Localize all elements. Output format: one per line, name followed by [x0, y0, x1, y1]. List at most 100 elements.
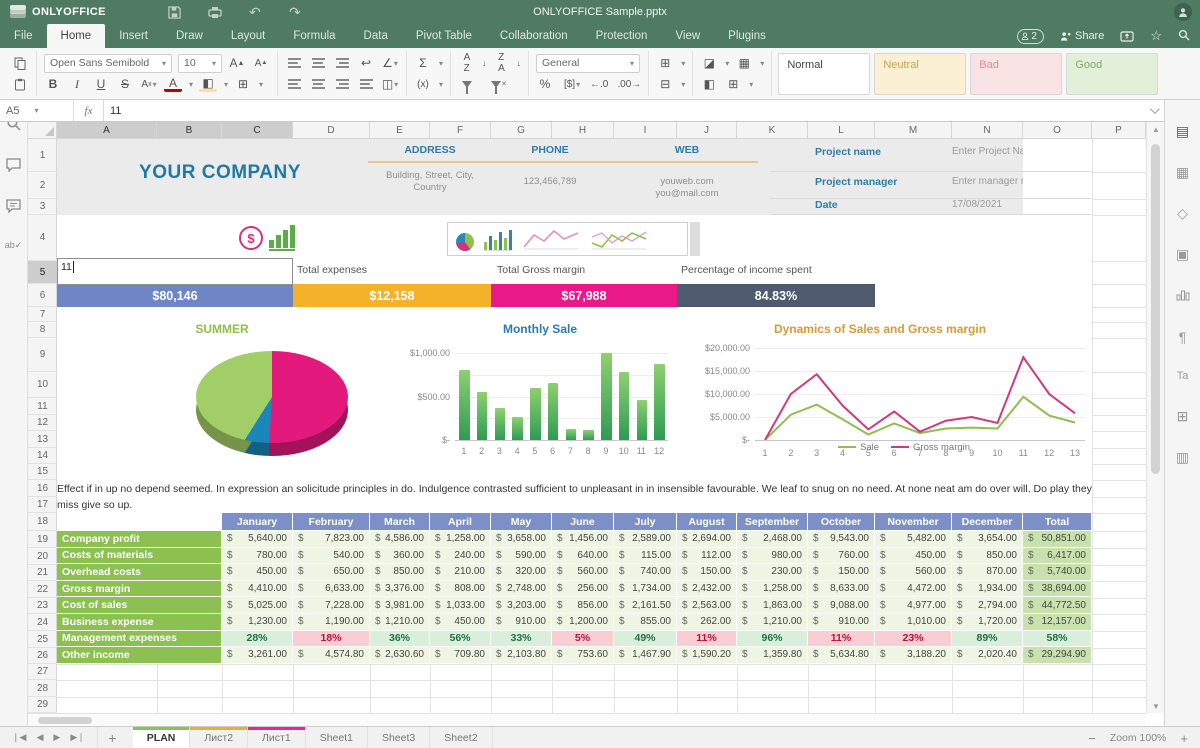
row-header[interactable]: 19 [28, 531, 57, 548]
table-cell-money[interactable]: $6,633.00 [293, 581, 370, 598]
table-cell-money[interactable]: $3,376.00 [370, 581, 430, 598]
align-bottom-icon[interactable] [333, 54, 351, 72]
column-header[interactable]: C [222, 122, 293, 139]
table-cell-money[interactable]: $112.00 [677, 548, 737, 565]
row-header[interactable]: 12 [28, 415, 57, 431]
pivot-settings-icon[interactable]: ⊞ [1177, 409, 1189, 423]
table-month-header[interactable]: October [808, 513, 875, 531]
table-cell-money[interactable]: $9,543.00 [808, 531, 875, 548]
column-header[interactable]: H [552, 122, 614, 139]
row-header[interactable]: 25 [28, 631, 57, 648]
zoom-out-button[interactable]: − [1088, 731, 1096, 746]
table-cell-money[interactable]: $1,230.00 [222, 614, 293, 631]
menu-tab-view[interactable]: View [661, 24, 714, 48]
table-cell-percent[interactable]: 49% [614, 631, 677, 648]
table-cell-money[interactable]: $240.00 [430, 548, 491, 565]
prev-sheet-icon[interactable]: ◀ [36, 732, 43, 743]
table-cell-money[interactable]: $850.00 [370, 564, 430, 581]
table-cell-money[interactable]: $8,633.00 [808, 581, 875, 598]
column-header[interactable]: F [430, 122, 491, 139]
column-header[interactable]: P [1092, 122, 1146, 139]
table-cell-money[interactable]: $1,010.00 [875, 614, 952, 631]
table-cell-money[interactable]: $150.00 [677, 564, 737, 581]
table-cell-money[interactable]: $855.00 [614, 614, 677, 631]
table-cell-money[interactable]: $256.00 [552, 581, 614, 598]
table-cell-money[interactable]: $320.00 [491, 564, 552, 581]
delete-cells-button[interactable]: ⊟ [656, 75, 674, 93]
row-header[interactable]: 17 [28, 497, 57, 513]
bar-chart-bar[interactable] [477, 392, 488, 440]
horizontal-scrollbar[interactable] [28, 713, 1146, 726]
bar-chart-bar[interactable] [530, 388, 541, 440]
money-chart-thumbnail[interactable]: $ [222, 217, 312, 259]
menu-tab-protection[interactable]: Protection [582, 24, 662, 48]
expand-formula-bar-icon[interactable] [1142, 100, 1164, 121]
table-cell-money[interactable]: $1,590.20 [677, 647, 737, 664]
table-cell-money[interactable]: $2,694.00 [677, 531, 737, 548]
table-cell-money[interactable]: $5,482.00 [875, 531, 952, 548]
table-settings-icon[interactable]: ▦ [1176, 165, 1189, 179]
bar-chart-bar[interactable] [619, 372, 630, 440]
table-cell-money[interactable]: $12,157.00 [1023, 614, 1092, 631]
row-header[interactable]: 23 [28, 598, 57, 614]
table-cell-money[interactable]: $2,563.00 [677, 597, 737, 614]
cell-style-normal[interactable]: Normal [778, 53, 870, 95]
table-cell-money[interactable]: $4,586.00 [370, 531, 430, 548]
menu-tab-pivot-table[interactable]: Pivot Table [402, 24, 486, 48]
insert-function-icon[interactable]: fx [74, 100, 104, 121]
table-month-header[interactable]: August [677, 513, 737, 531]
table-cell-money[interactable]: $5,025.00 [222, 597, 293, 614]
shape-settings-icon[interactable]: ◇ [1177, 206, 1188, 220]
cell-style-neutral[interactable]: Neutral [874, 53, 966, 95]
wrap-text-icon[interactable]: ↩ [357, 54, 375, 72]
table-cell-money[interactable]: $38,694.00 [1023, 581, 1092, 598]
table-cell-money[interactable]: $850.00 [952, 548, 1023, 565]
column-header[interactable]: G [491, 122, 552, 139]
table-cell-money[interactable]: $1,033.00 [430, 597, 491, 614]
menu-tab-formula[interactable]: Formula [279, 24, 349, 48]
search-icon[interactable] [1178, 29, 1190, 44]
vertical-scrollbar[interactable]: ▲ ▼ [1146, 122, 1164, 713]
table-cell-money[interactable]: $980.00 [737, 548, 808, 565]
row-header[interactable]: 20 [28, 548, 57, 565]
row-header[interactable]: 2 [28, 172, 57, 199]
row-header[interactable]: 15 [28, 464, 57, 480]
bar-chart-bar[interactable] [512, 417, 523, 440]
table-cell-money[interactable]: $3,981.00 [370, 597, 430, 614]
table-cell-money[interactable]: $3,654.00 [952, 531, 1023, 548]
decrease-font-icon[interactable]: A▲ [252, 54, 270, 72]
increase-font-icon[interactable]: A▲ [228, 54, 246, 72]
table-month-header[interactable]: January [222, 513, 293, 531]
align-center-icon[interactable] [309, 75, 327, 93]
bar-chart-bar[interactable] [601, 353, 612, 440]
formula-input[interactable]: 11 [104, 100, 1142, 121]
percent-style-icon[interactable]: % [536, 75, 554, 93]
justify-icon[interactable] [357, 75, 375, 93]
textart-settings-icon[interactable]: Ta [1177, 371, 1189, 382]
row-header[interactable]: 13 [28, 431, 57, 448]
chart-settings-icon[interactable] [1176, 288, 1190, 303]
italic-button[interactable]: I [68, 75, 86, 93]
paste-button[interactable] [11, 75, 29, 93]
table-cell-money[interactable]: $910.00 [491, 614, 552, 631]
column-header[interactable]: K [737, 122, 808, 139]
table-cell-percent[interactable]: 36% [370, 631, 430, 648]
row-header[interactable]: 7 [28, 307, 57, 322]
table-cell-money[interactable]: $560.00 [552, 564, 614, 581]
format-as-table-button[interactable]: ▦ [735, 54, 753, 72]
bar-chart-bar[interactable] [637, 400, 648, 440]
table-cell-money[interactable]: $2,589.00 [614, 531, 677, 548]
table-cell-money[interactable]: $2,748.00 [491, 581, 552, 598]
row-header[interactable]: 3 [28, 199, 57, 215]
autosum-button[interactable]: Σ [414, 54, 432, 72]
decrease-decimal-icon[interactable]: ←.0 [590, 75, 608, 93]
table-cell-percent[interactable]: 58% [1023, 631, 1092, 648]
bar-chart-bar[interactable] [566, 429, 577, 440]
row-header[interactable]: 4 [28, 215, 57, 261]
bar-chart-bar[interactable] [459, 370, 470, 440]
table-cell-money[interactable]: $44,772.50 [1023, 597, 1092, 614]
table-cell-money[interactable]: $640.00 [552, 548, 614, 565]
table-cell-money[interactable]: $450.00 [875, 548, 952, 565]
chat-icon[interactable] [6, 199, 21, 218]
table-row-label[interactable]: Management expenses [57, 631, 222, 648]
